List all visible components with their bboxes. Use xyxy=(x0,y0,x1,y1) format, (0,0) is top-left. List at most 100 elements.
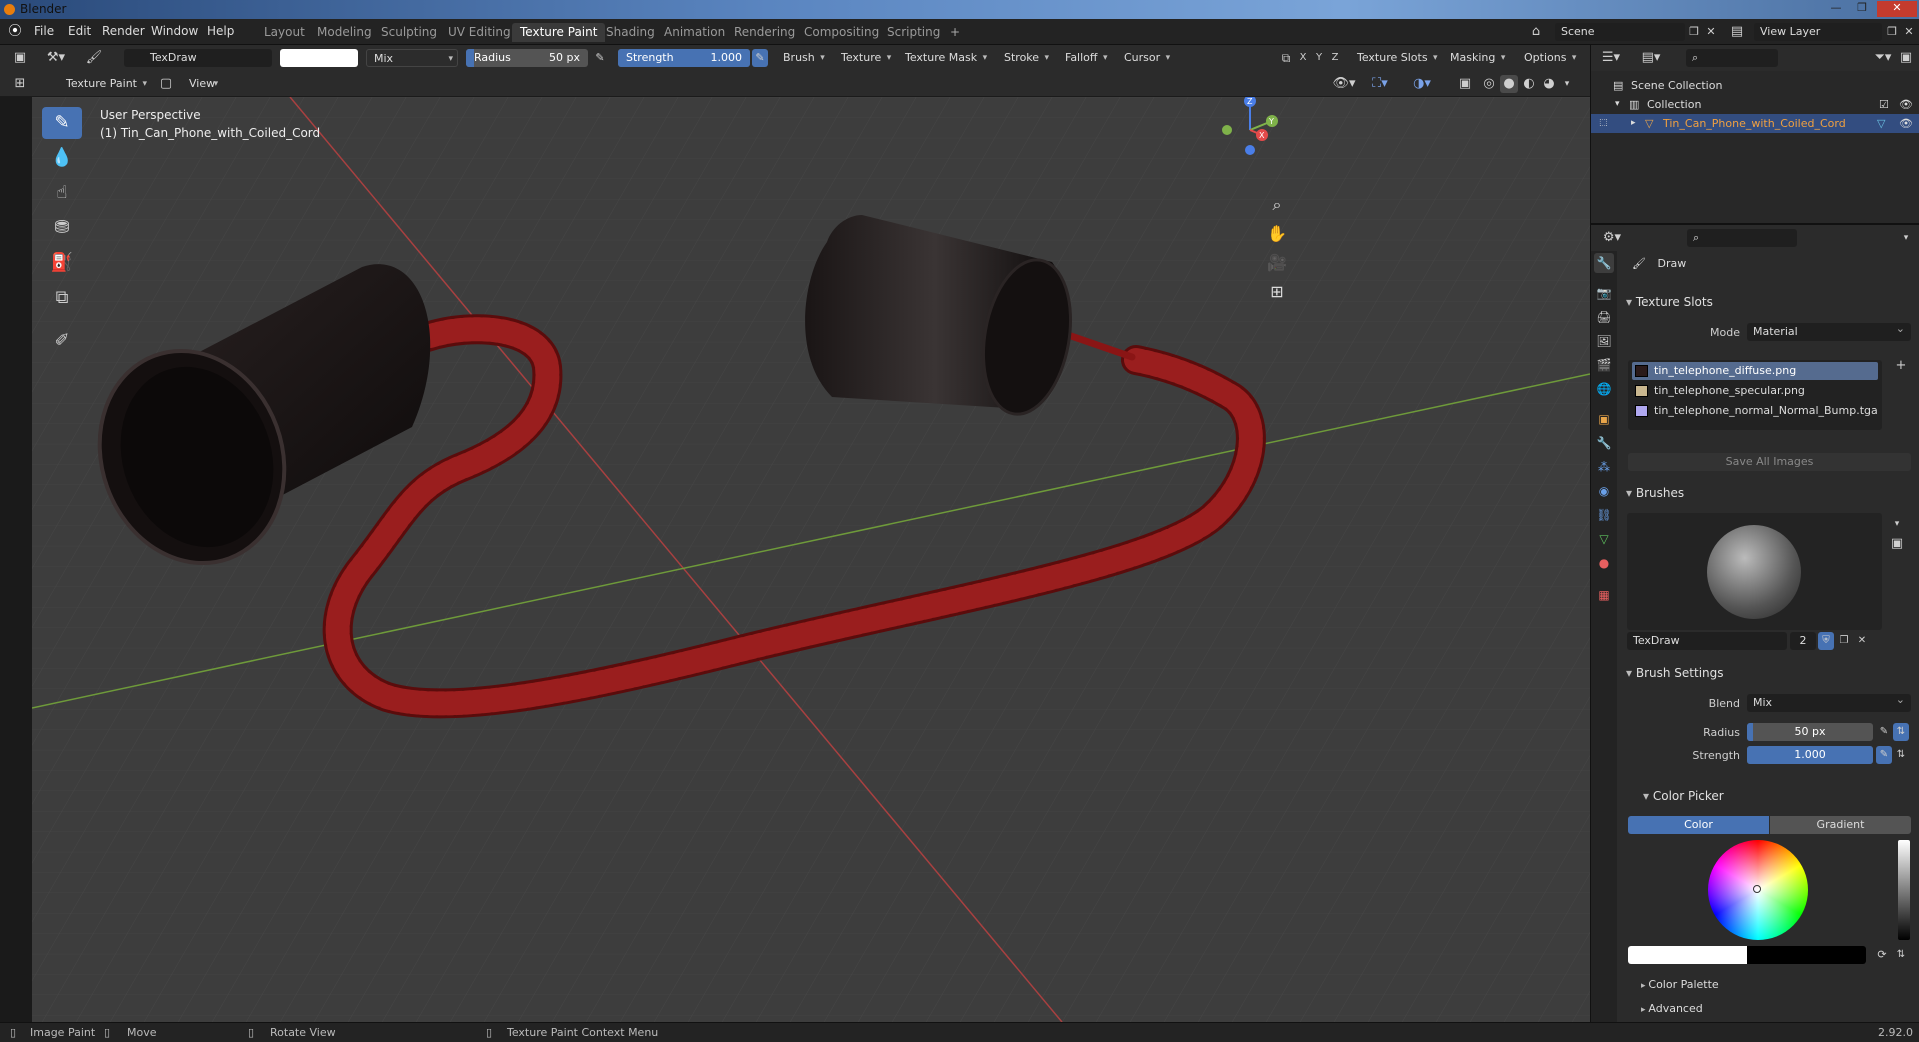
blender-menu-icon[interactable]: ⦿ xyxy=(6,23,24,41)
fill-tool-icon[interactable]: ⛽ xyxy=(42,247,82,279)
solid-shading-icon[interactable]: ● xyxy=(1500,75,1518,93)
color-tab[interactable]: Color xyxy=(1628,816,1769,834)
value-slider[interactable] xyxy=(1898,840,1910,940)
new-scene-icon[interactable]: ❐ xyxy=(1686,23,1702,41)
symmetry-icon[interactable]: ⧉ xyxy=(1278,49,1294,67)
view-layer-field[interactable]: View Layer xyxy=(1754,23,1882,41)
strength-pressure-props-icon[interactable]: ✎ xyxy=(1876,746,1892,764)
color-palette-section[interactable]: ▸ Color Palette xyxy=(1641,978,1719,991)
brush-icon[interactable]: 🖌 xyxy=(84,49,104,67)
view-layer-icon[interactable]: ▤ xyxy=(1726,23,1748,41)
stroke-menu[interactable]: Stroke xyxy=(997,49,1053,67)
mask-tool-icon[interactable]: ⧉ xyxy=(42,282,82,314)
advanced-section[interactable]: ▸ Advanced xyxy=(1641,1002,1703,1015)
mirror-y-toggle[interactable]: Y xyxy=(1312,49,1326,67)
strength-slider-props[interactable]: 1.000 xyxy=(1747,746,1873,764)
radius-unit-icon[interactable]: ⇅ xyxy=(1893,723,1909,741)
save-all-images-button[interactable]: Save All Images xyxy=(1628,453,1911,471)
navigation-gizmo[interactable]: Z Y X xyxy=(1212,97,1282,167)
material-tab-icon[interactable]: ● xyxy=(1594,553,1614,573)
expand-collection-icon[interactable]: ▾ xyxy=(1615,95,1620,114)
add-slot-icon[interactable]: + xyxy=(1893,357,1909,375)
outliner-collection[interactable]: ▾ ▥ Collection ☑ 👁 xyxy=(1591,95,1919,114)
modifier-tab-icon[interactable]: 🔧 xyxy=(1594,433,1614,453)
menu-help[interactable]: Help xyxy=(207,24,234,38)
filter-icon[interactable]: ⏷▾ xyxy=(1871,49,1895,67)
menu-window[interactable]: Window xyxy=(151,24,198,38)
brush-menu[interactable]: Brush xyxy=(776,49,829,67)
data-tab-icon[interactable]: ▽ xyxy=(1594,529,1614,549)
view-layer-tab-icon[interactable]: 🖼 xyxy=(1594,331,1614,351)
soften-tool-icon[interactable]: 💧 xyxy=(42,142,82,174)
radius-slider[interactable]: Radius 50 px xyxy=(466,49,588,67)
mirror-x-toggle[interactable]: X xyxy=(1296,49,1310,67)
outliner-scene-collection[interactable]: ▤ Scene Collection xyxy=(1591,76,1919,95)
color-wheel[interactable] xyxy=(1708,840,1808,940)
view-menu[interactable]: View xyxy=(182,75,222,93)
brushes-section[interactable]: Brushes xyxy=(1626,482,1684,504)
tool-tab-icon[interactable]: 🔧 xyxy=(1594,253,1614,273)
gizmo-toggle-icon[interactable]: ⛶▾ xyxy=(1364,75,1396,93)
swap-colors-icon[interactable]: ⟳ xyxy=(1874,946,1890,964)
display-mode-icon[interactable]: ▤▾ xyxy=(1639,49,1663,67)
camera-icon[interactable]: 🎥 xyxy=(1264,250,1290,276)
mode-dropdown[interactable]: Texture Paint xyxy=(40,75,151,93)
options-menu[interactable]: Options xyxy=(1517,49,1580,67)
constraints-tab-icon[interactable]: ⛓ xyxy=(1594,505,1614,525)
maximize-button[interactable]: ❐ xyxy=(1851,1,1873,17)
clone-tool-icon[interactable]: ⛃ xyxy=(42,212,82,244)
paint-mask-icon[interactable]: ▢ xyxy=(158,75,174,93)
color-picker-section[interactable]: Color Picker xyxy=(1643,785,1724,807)
brush-settings-section[interactable]: Brush Settings xyxy=(1626,662,1724,684)
blend-mode-dropdown[interactable]: Mix xyxy=(366,49,458,68)
tab-texture-paint[interactable]: Texture Paint xyxy=(512,23,606,42)
annotate-tool-icon[interactable]: ✐ xyxy=(42,325,82,357)
falloff-menu[interactable]: Falloff xyxy=(1058,49,1111,67)
3d-viewport[interactable]: Z Y X ⌕ ✋ 🎥 ⊞ xyxy=(32,97,1590,1022)
texture-slots-section[interactable]: Texture Slots xyxy=(1626,291,1713,313)
smear-tool-icon[interactable]: ☝ xyxy=(42,177,82,209)
blend-dropdown[interactable]: Mix xyxy=(1747,691,1911,712)
duplicate-brush-icon[interactable]: ❐ xyxy=(1836,632,1852,650)
texture-menu[interactable]: Texture xyxy=(834,49,895,67)
new-collection-icon[interactable]: ▣ xyxy=(1897,49,1915,67)
texture-slot-item[interactable]: tin_telephone_diffuse.png xyxy=(1632,362,1878,380)
strength-unified-icon[interactable]: ⇅ xyxy=(1893,746,1909,764)
viewport-editor-icon[interactable]: ⊞ xyxy=(10,75,30,93)
menu-render[interactable]: Render xyxy=(102,24,145,38)
collection-visibility-icon[interactable]: 👁 xyxy=(1899,95,1913,114)
brush-image-icon[interactable]: ▣ xyxy=(1888,535,1906,553)
texture-slots-menu[interactable]: Texture Slots xyxy=(1350,49,1442,67)
scene-name-field[interactable]: Scene xyxy=(1555,23,1685,41)
particles-tab-icon[interactable]: ⁂ xyxy=(1594,457,1614,477)
brush-users-count[interactable]: 2 xyxy=(1790,632,1816,650)
brush-list-dropdown-icon[interactable]: ▾ xyxy=(1888,515,1906,533)
texture-mask-menu[interactable]: Texture Mask xyxy=(898,49,991,67)
material-shading-icon[interactable]: ◐ xyxy=(1520,75,1538,93)
editor-type-icon[interactable]: ▣ xyxy=(10,49,30,67)
menu-edit[interactable]: Edit xyxy=(68,24,91,38)
object-tab-icon[interactable]: ▣ xyxy=(1594,409,1614,429)
object-visibility-icon[interactable]: 👁 xyxy=(1899,114,1913,133)
close-window-button[interactable]: ✕ xyxy=(1877,1,1917,17)
tab-uv-editing[interactable]: UV Editing xyxy=(440,23,519,42)
unlink-brush-icon[interactable]: ✕ xyxy=(1854,632,1870,650)
tab-shading[interactable]: Shading xyxy=(598,23,663,42)
brush-color-swatch[interactable] xyxy=(280,49,358,67)
tab-compositing[interactable]: Compositing xyxy=(796,23,887,42)
exclude-checkbox[interactable]: ☑ xyxy=(1879,95,1889,114)
brush-name-field[interactable]: TexDraw xyxy=(124,49,272,67)
cursor-menu[interactable]: Cursor xyxy=(1117,49,1174,67)
gradient-tab[interactable]: Gradient xyxy=(1770,816,1911,834)
pan-hand-icon[interactable]: ✋ xyxy=(1264,221,1290,247)
outliner-search-input[interactable]: ⌕ xyxy=(1686,49,1778,67)
properties-options-icon[interactable]: ▾ xyxy=(1897,229,1915,247)
render-tab-icon[interactable]: 📷 xyxy=(1594,283,1614,303)
zoom-icon[interactable]: ⌕ xyxy=(1264,192,1290,218)
ortho-grid-icon[interactable]: ⊞ xyxy=(1264,279,1290,305)
tab-sculpting[interactable]: Sculpting xyxy=(373,23,445,42)
expand-object-icon[interactable]: ▸ xyxy=(1631,114,1636,133)
new-view-layer-icon[interactable]: ❐ xyxy=(1884,23,1900,41)
tool-icon[interactable]: ⚒▾ xyxy=(42,49,70,67)
color-swatch-bar[interactable] xyxy=(1628,946,1866,964)
